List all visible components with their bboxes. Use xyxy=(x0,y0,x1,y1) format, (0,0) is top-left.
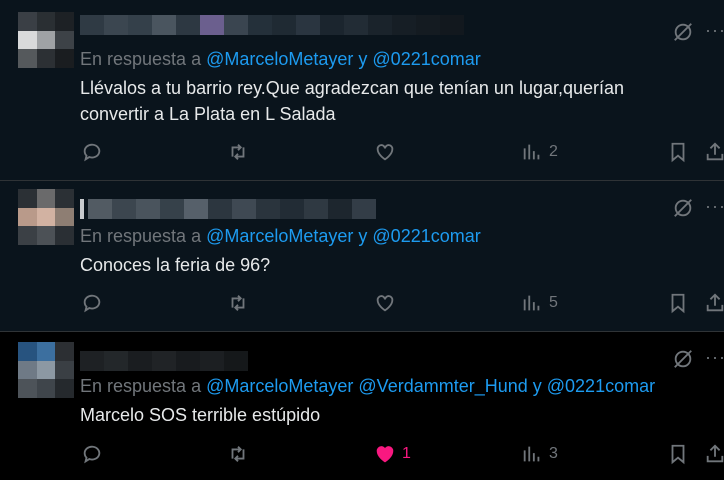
views-button[interactable]: 2 xyxy=(521,141,558,163)
more-icon[interactable]: ··· xyxy=(705,20,724,41)
like-button[interactable] xyxy=(374,292,396,314)
author-name-blurred[interactable] xyxy=(80,351,248,371)
share-icon xyxy=(706,293,724,312)
share-button[interactable] xyxy=(704,141,724,163)
retweet-icon xyxy=(231,144,245,160)
views-button[interactable]: 3 xyxy=(521,443,558,465)
reply-button[interactable] xyxy=(81,141,103,163)
bookmark-icon xyxy=(671,444,685,465)
reply-icon xyxy=(83,294,101,313)
like-button[interactable] xyxy=(374,141,396,163)
share-icon xyxy=(706,444,724,463)
reply-icon xyxy=(83,445,101,464)
more-icon[interactable]: ··· xyxy=(705,347,724,368)
tweet-text: Marcelo SOS terrible estúpido xyxy=(80,405,321,425)
bookmark-icon xyxy=(671,142,685,163)
share-button[interactable] xyxy=(704,443,724,465)
views-count: 3 xyxy=(549,445,558,462)
reply-icon xyxy=(83,143,101,162)
reply-context: En respuesta a @MarceloMetayer @Verdammt… xyxy=(80,376,655,397)
bookmark-button[interactable] xyxy=(667,292,689,314)
views-button[interactable]: 5 xyxy=(521,292,558,314)
views-icon xyxy=(523,446,540,462)
reply-button[interactable] xyxy=(81,443,103,465)
share-button[interactable] xyxy=(704,292,724,314)
tweet-1[interactable]: En respuesta a @MarceloMetayer y @0221co… xyxy=(0,0,724,181)
reply-prefix: En respuesta a xyxy=(80,49,202,69)
avatar[interactable] xyxy=(18,12,74,68)
grok-icon[interactable] xyxy=(672,197,694,219)
tweet-text: Conoces la feria de 96? xyxy=(80,255,271,275)
views-count: 5 xyxy=(549,294,558,311)
grok-icon[interactable] xyxy=(672,348,694,370)
like-icon xyxy=(376,295,394,312)
author-name-blurred[interactable] xyxy=(80,15,464,35)
retweet-button[interactable] xyxy=(227,141,249,163)
reply-context: En respuesta a @MarceloMetayer y @0221co… xyxy=(80,226,481,247)
retweet-button[interactable] xyxy=(227,292,249,314)
share-icon xyxy=(706,142,724,161)
reply-mentions[interactable]: @MarceloMetayer y @0221comar xyxy=(206,226,481,246)
author-name-blurred[interactable] xyxy=(80,199,376,219)
avatar[interactable] xyxy=(18,342,74,398)
retweet-icon xyxy=(231,446,245,462)
tweet-2[interactable]: En respuesta a @MarceloMetayer y @0221co… xyxy=(0,181,724,332)
reply-context: En respuesta a @MarceloMetayer y @0221co… xyxy=(80,49,481,70)
grok-icon[interactable] xyxy=(672,21,694,43)
more-icon[interactable]: ··· xyxy=(705,196,724,217)
reply-mentions[interactable]: @MarceloMetayer y @0221comar xyxy=(206,49,481,69)
tweet-3[interactable]: En respuesta a @MarceloMetayer @Verdammt… xyxy=(0,332,724,480)
like-button[interactable]: 1 xyxy=(374,443,411,465)
reply-button[interactable] xyxy=(81,292,103,314)
reply-prefix: En respuesta a xyxy=(80,226,202,246)
bookmark-icon xyxy=(671,293,685,314)
avatar[interactable] xyxy=(18,189,74,245)
views-icon xyxy=(523,295,540,311)
retweet-icon xyxy=(231,295,245,311)
bookmark-button[interactable] xyxy=(667,443,689,465)
bookmark-button[interactable] xyxy=(667,141,689,163)
retweet-button[interactable] xyxy=(227,443,249,465)
tweet-text: Llévalos a tu barrio rey.Que agradezcan … xyxy=(80,78,625,124)
like-icon xyxy=(376,144,394,161)
reply-prefix: En respuesta a xyxy=(80,376,202,396)
likes-count: 1 xyxy=(402,445,411,462)
like-icon xyxy=(376,446,394,463)
views-icon xyxy=(523,144,540,160)
views-count: 2 xyxy=(549,143,558,160)
reply-mentions[interactable]: @MarceloMetayer @Verdammter_Hund y @0221… xyxy=(206,376,655,396)
